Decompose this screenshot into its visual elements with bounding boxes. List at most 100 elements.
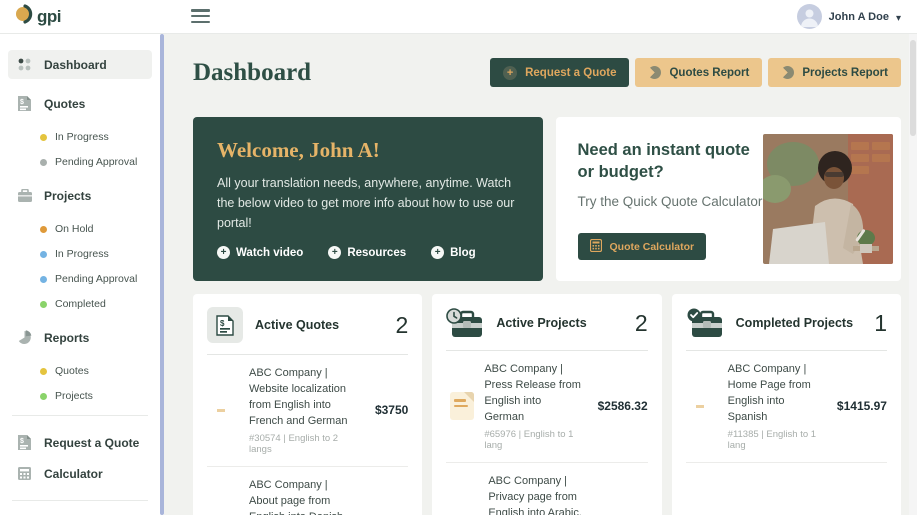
topbar: gpi John A Doe [0,0,917,34]
card-header: Active Projects 2 [446,307,647,351]
item-title: ABC Company | Website localization from … [249,366,361,430]
svg-text:$: $ [220,319,225,328]
item-meta: #65976 | English to 1 lang [484,429,583,451]
blog-link[interactable]: Blog [431,246,476,259]
card-count: 1 [874,310,887,337]
status-dot [40,226,47,233]
item-title: ABC Company | Press Release from English… [484,362,583,426]
status-dot [40,276,47,283]
svg-text:$: $ [20,99,24,106]
header-actions: Request a Quote Quotes Report Projects R… [490,58,901,87]
avatar [797,4,822,29]
sidebar-item-quotes[interactable]: $ Quotes [8,89,152,118]
watch-video-link[interactable]: Watch video [217,246,303,259]
plus-circle-icon [431,246,444,259]
card-title: Active Quotes [255,318,339,332]
quote-calculator-photo [763,134,893,264]
brand-logo-text: gpi [37,7,61,27]
monitor-icon [686,404,718,408]
chevron-down-icon [896,8,901,26]
monitor-icon [207,408,239,412]
status-dot [40,368,47,375]
page-scrollbar[interactable] [909,34,917,515]
welcome-card: Welcome, John A! All your translation ne… [193,117,543,281]
page-scrollbar-thumb[interactable] [910,40,916,136]
projects-report-button[interactable]: Projects Report [768,58,901,87]
sidebar-item-label: Request a Quote [44,436,139,450]
request-a-quote-button[interactable]: Request a Quote [490,58,629,87]
page-title: Dashboard [193,59,311,87]
quote-calculator-button[interactable]: Quote Calculator [578,233,707,260]
sidebar-item-quotes-in-progress[interactable]: In Progress [40,131,154,143]
sidebar-item-label: Projects [44,189,91,203]
item-amount: $2586.32 [598,399,648,413]
pie-chart-icon [646,63,664,81]
link-label: Watch video [236,247,303,259]
quote-list-item[interactable]: ABC Company | Website localization from … [207,355,408,467]
sidebar-item-projects-on-hold[interactable]: On Hold [40,223,154,235]
link-label: Resources [347,247,406,259]
button-label: Quote Calculator [610,241,695,253]
welcome-links: Watch video Resources Blog [217,246,519,259]
sidebar-subitem-label: Pending Approval [55,156,137,168]
grid-dots-icon [16,56,33,73]
sidebar-item-reports-projects[interactable]: Projects [40,390,154,402]
project-list-item[interactable]: ABC Company | Home Page from English int… [686,351,887,463]
sidebar-item-calculator[interactable]: Calculator [8,459,152,488]
quotes-report-button[interactable]: Quotes Report [635,58,762,87]
quote-list-item[interactable]: ABC Company | About page from English in… [207,467,408,515]
item-amount: $1415.97 [837,399,887,413]
user-name: John A Doe [829,11,889,23]
sidebar-subitem-label: Completed [55,298,106,310]
brand-logo[interactable]: gpi [14,3,61,30]
sidebar-item-label: Dashboard [44,58,107,72]
quote-document-icon: $ [16,434,33,451]
card-header: $ Active Quotes 2 [207,307,408,355]
sidebar-item-projects-in-progress[interactable]: In Progress [40,248,154,260]
plus-circle-icon [503,66,517,80]
card-title: Completed Projects [736,316,853,330]
quote-document-icon: $ [16,95,33,112]
svg-text:$: $ [20,438,24,445]
status-dot [40,134,47,141]
project-list-item[interactable]: ABC Company | Press Release from English… [446,351,647,463]
card-title: Active Projects [496,316,586,330]
sidebar-item-reports[interactable]: Reports [8,323,152,352]
resources-link[interactable]: Resources [328,246,406,259]
button-label: Request a Quote [525,67,616,79]
item-meta: #11385 | English to 1 lang [728,429,823,451]
sidebar-subitem-label: Pending Approval [55,273,137,285]
sidebar-subitem-label: Projects [55,390,93,402]
card-count: 2 [396,312,409,339]
sidebar-subitem-label: On Hold [55,223,94,235]
sidebar-item-projects[interactable]: Projects [8,181,152,210]
button-label: Quotes Report [669,67,749,79]
user-menu[interactable]: John A Doe [797,4,901,29]
main-content: Dashboard Request a Quote Quotes Report … [164,34,909,515]
active-projects-card: Active Projects 2 ABC Company | Press Re… [432,294,661,515]
welcome-body: All your translation needs, anywhere, an… [217,173,519,233]
sidebar: Dashboard $ Quotes In Progress Pending A… [0,34,160,515]
calculator-icon [590,239,602,255]
button-label: Projects Report [802,67,888,79]
sidebar-item-quotes-pending-approval[interactable]: Pending Approval [40,156,154,168]
briefcase-clock-icon [446,307,484,339]
sidebar-item-label: Reports [44,331,89,345]
sidebar-item-projects-pending-approval[interactable]: Pending Approval [40,273,154,285]
sidebar-item-reports-quotes[interactable]: Quotes [40,365,154,377]
item-title: ABC Company | Home Page from English int… [728,362,823,426]
stats-row: $ Active Quotes 2 ABC Company | Website … [193,294,901,515]
card-header: Completed Projects 1 [686,307,887,351]
sidebar-item-request-a-quote[interactable]: $ Request a Quote [8,428,152,457]
status-dot [40,251,47,258]
sidebar-subitem-label: In Progress [55,248,109,260]
status-dot [40,393,47,400]
sidebar-item-projects-completed[interactable]: Completed [40,298,154,310]
sidebar-subitem-label: In Progress [55,131,109,143]
quick-quote-title: Need an instant quote or budget? [578,139,768,184]
sidebar-divider [12,415,148,416]
menu-toggle-icon[interactable] [191,9,210,26]
pie-chart-icon [779,63,797,81]
project-list-item[interactable]: ABC Company | Privacy page from English … [446,463,647,515]
sidebar-item-dashboard[interactable]: Dashboard [8,50,152,79]
